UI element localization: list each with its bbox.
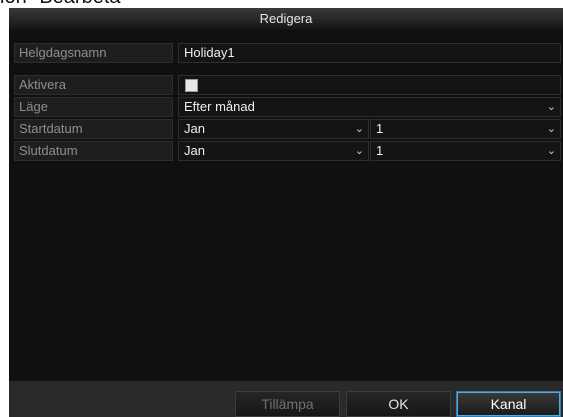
row-holiday-name: Helgdagsnamn Holiday1 [14, 43, 561, 63]
chevron-down-icon: ⌄ [546, 101, 556, 113]
row-start-date: Startdatum Jan ⌄ 1 ⌄ [14, 119, 561, 139]
cancel-button[interactable]: Kanal [456, 391, 561, 417]
ok-button[interactable]: OK [346, 391, 451, 417]
form-panel: Helgdagsnamn Holiday1 Aktivera Läge Efte… [9, 30, 563, 381]
end-day-value: 1 [376, 143, 384, 158]
end-day-select[interactable]: 1 ⌄ [370, 141, 561, 161]
enable-label: Aktivera [14, 75, 173, 95]
end-date-label: Slutdatum [14, 141, 173, 161]
end-month-select[interactable]: Jan ⌄ [178, 141, 369, 161]
button-bar: Tillämpa OK Kanal [9, 381, 563, 417]
enable-checkbox[interactable] [185, 79, 198, 92]
chevron-down-icon: ⌄ [546, 123, 556, 135]
row-mode: Läge Efter månad ⌄ [14, 97, 561, 117]
chevron-down-icon: ⌄ [546, 145, 556, 157]
start-day-select[interactable]: 1 ⌄ [370, 119, 561, 139]
start-month-value: Jan [184, 121, 205, 136]
start-day-value: 1 [376, 121, 384, 136]
apply-button[interactable]: Tillämpa [235, 391, 340, 417]
mode-label: Läge [14, 97, 173, 117]
edit-holiday-dialog: Redigera Helgdagsnamn Holiday1 Aktivera … [9, 8, 563, 417]
caption-text: ion "Bearbeta" [0, 0, 128, 8]
chevron-down-icon: ⌄ [354, 123, 364, 135]
mode-select[interactable]: Efter månad ⌄ [178, 97, 561, 117]
document-caption-fragment: ion "Bearbeta" [0, 0, 563, 8]
row-enable: Aktivera [14, 75, 561, 95]
holiday-name-input[interactable]: Holiday1 [178, 43, 561, 63]
enable-checkbox-cell [178, 75, 561, 95]
row-end-date: Slutdatum Jan ⌄ 1 ⌄ [14, 141, 561, 161]
dialog-title: Redigera [9, 8, 563, 30]
chevron-down-icon: ⌄ [354, 145, 364, 157]
end-month-value: Jan [184, 143, 205, 158]
holiday-name-label: Helgdagsnamn [14, 43, 173, 63]
start-month-select[interactable]: Jan ⌄ [178, 119, 369, 139]
start-date-label: Startdatum [14, 119, 173, 139]
mode-select-value: Efter månad [184, 99, 255, 114]
